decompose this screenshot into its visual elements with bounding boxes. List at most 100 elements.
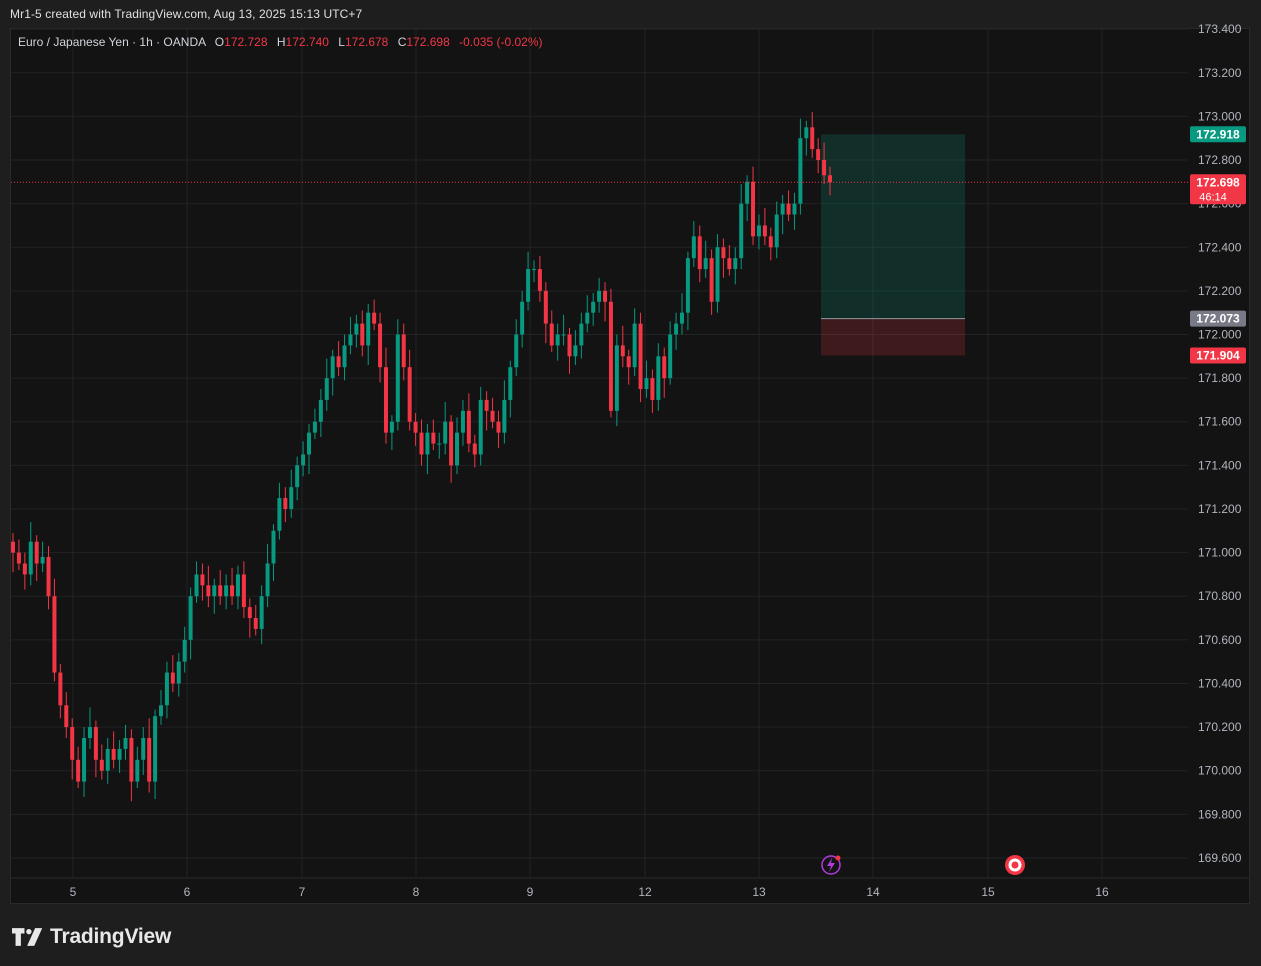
low-label: L: [338, 35, 345, 49]
price-tick-label: 173.400: [1198, 22, 1242, 36]
time-tick-label: 6: [184, 885, 191, 899]
price-tick-label: 171.400: [1198, 458, 1242, 472]
price-tick-label: 172.800: [1198, 153, 1242, 167]
last-price-tag-value: 172.698: [1196, 175, 1240, 189]
candle-body: [342, 345, 347, 368]
candle-body: [34, 541, 39, 564]
tradingview-brand[interactable]: TradingView: [12, 925, 171, 949]
candle-body: [123, 737, 128, 749]
candlestick-chart[interactable]: 173.400173.200173.000172.800172.600172.4…: [0, 0, 1261, 966]
candle-body: [383, 367, 388, 433]
candle-body: [407, 367, 412, 422]
candle-body: [117, 748, 122, 760]
price-tick-label: 170.800: [1198, 589, 1242, 603]
candle-body: [82, 737, 87, 782]
candle-body: [822, 160, 827, 176]
candle-body: [324, 378, 329, 400]
candle-body: [555, 334, 560, 346]
time-tick-label: 8: [413, 885, 420, 899]
candle-body: [549, 323, 554, 346]
candle-body: [620, 345, 625, 357]
candle-body: [496, 421, 501, 433]
candle-body: [265, 563, 270, 597]
candle-body: [455, 432, 460, 466]
candle-body: [697, 236, 702, 270]
candle-body: [40, 556, 45, 564]
candle-body: [644, 378, 649, 390]
candle-body: [585, 312, 590, 324]
candle-body: [484, 399, 489, 411]
time-tick-label: 5: [70, 885, 77, 899]
candle-body: [798, 138, 803, 204]
candle-body: [810, 127, 815, 150]
candle-body: [401, 334, 406, 368]
position-profit-zone[interactable]: [821, 134, 965, 319]
candle-body: [283, 498, 288, 509]
candle-body: [614, 345, 619, 411]
candle-body: [508, 367, 513, 400]
change-value: -0.035 (-0.02%): [459, 35, 543, 49]
candle-body: [395, 334, 400, 422]
candle-body: [662, 356, 667, 379]
candle-body: [715, 247, 720, 302]
candle-body: [679, 312, 684, 324]
candle-body: [76, 759, 81, 782]
candle-body: [87, 727, 92, 738]
candle-body: [289, 487, 294, 509]
candle-body: [366, 312, 371, 346]
time-tick-label: 13: [752, 885, 766, 899]
candle-body: [650, 378, 655, 400]
candle-body: [318, 399, 323, 422]
symbol-title[interactable]: Euro / Japanese Yen · 1h · OANDA: [18, 35, 205, 49]
candle-body: [514, 334, 519, 368]
take-profit-tag-value: 172.918: [1196, 127, 1240, 141]
last-price-tag-countdown: 46:14: [1199, 191, 1227, 203]
candle-body: [603, 290, 608, 302]
candle-body: [230, 585, 235, 597]
price-tick-label: 170.200: [1198, 720, 1242, 734]
candle-body: [360, 323, 365, 346]
candle-body: [762, 225, 767, 237]
candle-body: [52, 596, 57, 673]
candle-body: [206, 585, 211, 597]
price-tick-label: 169.600: [1198, 851, 1242, 865]
symbol-legend: Euro / Japanese Yen · 1h · OANDA O172.72…: [18, 35, 542, 49]
time-tick-label: 9: [527, 885, 534, 899]
candle-body: [153, 716, 158, 782]
record-icon[interactable]: [1005, 855, 1025, 875]
high-label: H: [276, 35, 286, 49]
candle-body: [537, 269, 542, 291]
candle-body: [543, 290, 548, 324]
candle-body: [579, 323, 584, 346]
candle-body: [212, 585, 217, 597]
candle-body: [170, 672, 175, 684]
candle-body: [200, 574, 205, 586]
candle-body: [786, 203, 791, 215]
candle-body: [573, 345, 578, 357]
candle-body: [46, 556, 51, 597]
price-tick-label: 171.000: [1198, 546, 1242, 560]
candle-body: [567, 334, 572, 357]
price-tick-label: 170.600: [1198, 633, 1242, 647]
candle-body: [271, 530, 276, 564]
price-tick-label: 172.400: [1198, 240, 1242, 254]
price-tick-label: 173.200: [1198, 66, 1242, 80]
price-tick-label: 171.600: [1198, 415, 1242, 429]
time-tick-label: 16: [1095, 885, 1109, 899]
low-value: 172.678: [344, 35, 389, 49]
candle-body: [431, 432, 436, 444]
candle-body: [449, 421, 454, 466]
candle-body: [141, 737, 146, 760]
candle-body: [751, 181, 756, 237]
candle-body: [774, 214, 779, 248]
price-tick-label: 173.000: [1198, 109, 1242, 123]
time-tick-label: 7: [299, 885, 306, 899]
candle-body: [28, 541, 33, 575]
candle-body: [135, 759, 140, 782]
candle-body: [709, 258, 714, 302]
candle-body: [419, 432, 424, 455]
position-stop-zone[interactable]: [821, 318, 965, 356]
candle-body: [520, 301, 525, 335]
candle-body: [111, 748, 116, 760]
candle-body: [16, 552, 21, 564]
